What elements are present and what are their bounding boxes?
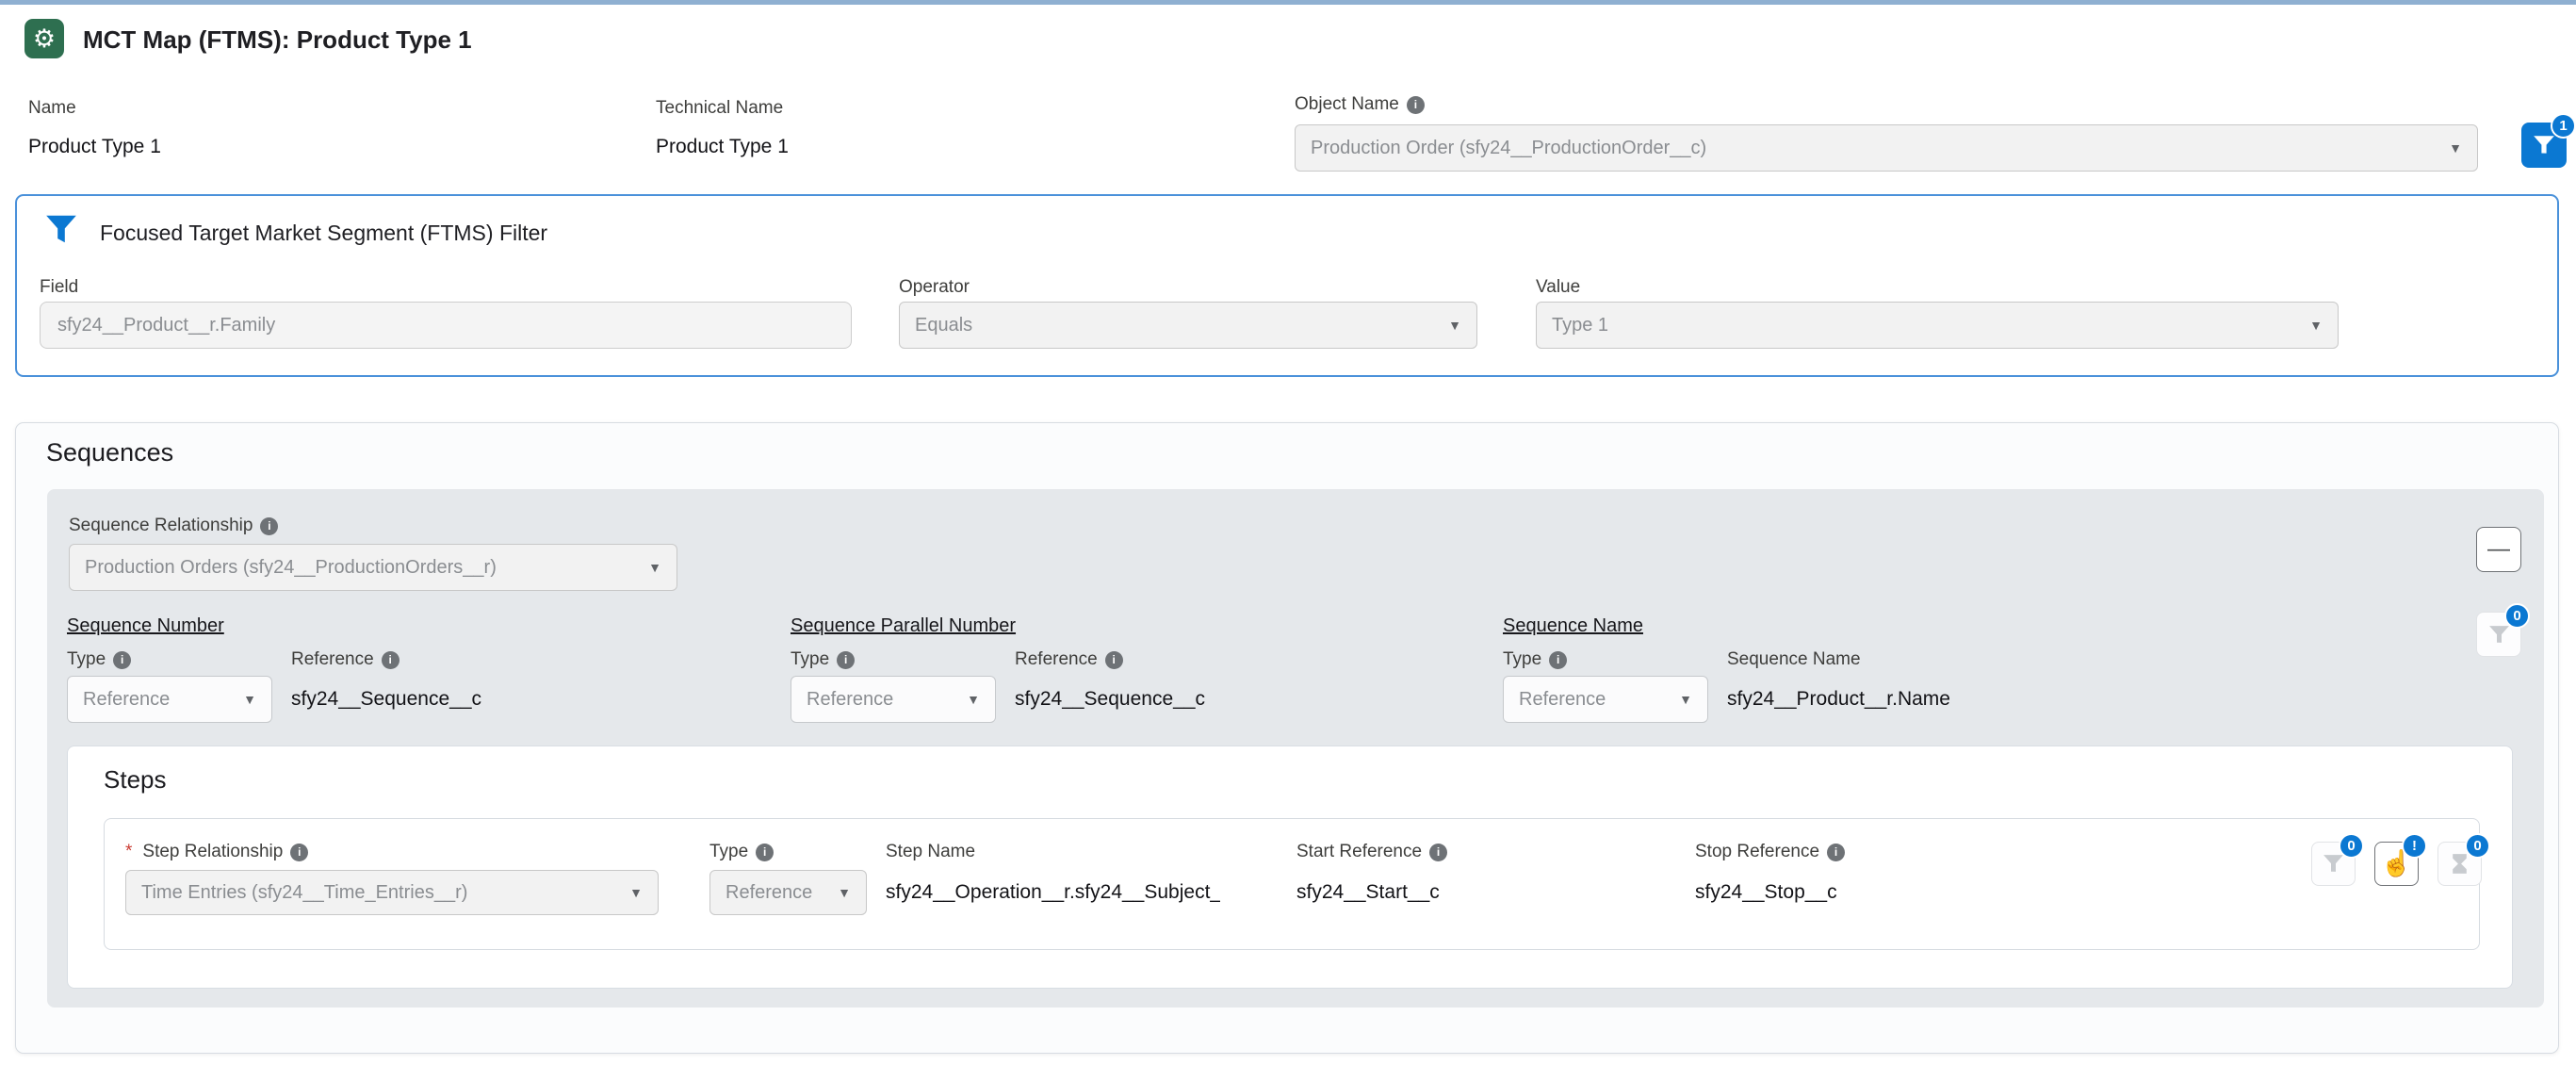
gear-icon: ⚙ [33,26,56,52]
ftms-filter-title: Focused Target Market Segment (FTMS) Fil… [100,221,547,246]
window-top-edge [0,0,2576,5]
info-icon: i [1827,844,1845,861]
sequence-panel: Sequence Relationship i Production Order… [47,489,2544,1008]
info-icon: i [260,517,278,535]
info-icon: i [1105,651,1123,669]
object-name-label: Object Name i [1295,94,1425,115]
start-reference-value: sfy24__Start__c [1296,881,1440,904]
steps-card: Steps * Step Relationship i Time Entries… [67,746,2513,989]
mct-map-page: ⚙ MCT Map (FTMS): Product Type 1 Name Pr… [0,0,2576,1065]
chevron-down-icon: ▼ [2309,318,2323,333]
step-touch-badge: ! [2402,833,2427,859]
step-type-label: Type i [709,842,774,862]
sequence-relationship-select[interactable]: Production Orders (sfy24__ProductionOrde… [69,544,677,591]
sequence-parallel-number-heading: Sequence Parallel Number [791,615,1016,637]
step-relationship-select[interactable]: Time Entries (sfy24__Time_Entries__r) ▼ [125,870,659,915]
sequence-name-label: Sequence Name [1727,649,1861,670]
required-marker: * [125,842,132,862]
stop-reference-value: sfy24__Stop__c [1695,881,1837,904]
chevron-down-icon: ▼ [648,560,661,575]
remove-sequence-button[interactable]: — [2476,527,2521,572]
filter-count-badge: 1 [2551,113,2576,139]
funnel-icon [2322,852,2345,876]
step-touch-button[interactable]: ☝ ! [2374,842,2419,886]
type-label: Type i [791,649,855,670]
stop-reference-label: Stop Reference i [1695,842,1845,862]
start-reference-label: Start Reference i [1296,842,1447,862]
chevron-down-icon: ▼ [838,885,851,900]
step-row: * Step Relationship i Time Entries (sfy2… [104,818,2480,950]
step-wait-badge: 0 [2465,833,2490,859]
sequence-relationship-label: Sequence Relationship i [69,516,278,536]
reference-label: Reference i [1015,649,1123,670]
sequences-card: Sequences Sequence Relationship i Produc… [15,422,2559,1054]
funnel-icon [43,211,79,247]
app-gear-tile: ⚙ [24,19,64,58]
type-label: Type i [1503,649,1567,670]
chevron-down-icon: ▼ [967,692,980,707]
funnel-icon [2487,623,2511,647]
info-icon: i [113,651,131,669]
info-icon: i [837,651,855,669]
info-icon: i [1407,96,1425,114]
sequences-title: Sequences [46,438,173,467]
sequence-number-reference-value: sfy24__Sequence__c [291,688,481,711]
info-icon: i [756,844,774,861]
info-icon: i [290,844,308,861]
sequence-parallel-type-select[interactable]: Reference ▼ [791,676,996,723]
sequence-name-heading: Sequence Name [1503,615,1643,637]
minus-icon: — [2487,538,2510,561]
technical-name-value: Product Type 1 [656,136,789,158]
value-select[interactable]: Type 1 ▼ [1536,302,2339,349]
info-icon: i [1549,651,1567,669]
step-name-label: Step Name [886,842,975,862]
ftms-filter-card: Focused Target Market Segment (FTMS) Fil… [15,194,2559,377]
step-relationship-label: * Step Relationship i [125,842,308,862]
sequence-name-type-select[interactable]: Reference ▼ [1503,676,1708,723]
steps-title: Steps [104,765,167,795]
name-value: Product Type 1 [28,136,161,158]
field-label: Field [40,277,78,298]
sequence-number-heading: Sequence Number [67,615,224,637]
map-filter-button[interactable]: 1 [2521,123,2567,168]
chevron-down-icon: ▼ [243,692,256,707]
page-title: MCT Map (FTMS): Product Type 1 [83,25,472,55]
chevron-down-icon: ▼ [629,885,643,900]
sequence-filter-button[interactable]: 0 [2476,612,2521,657]
technical-name-label: Technical Name [656,98,783,119]
type-label: Type i [67,649,131,670]
object-name-select[interactable]: Production Order (sfy24__ProductionOrder… [1295,124,2478,172]
step-wait-button[interactable]: 0 [2437,842,2482,886]
sequence-number-type-select[interactable]: Reference ▼ [67,676,272,723]
reference-label: Reference i [291,649,399,670]
step-type-select[interactable]: Reference ▼ [709,870,867,915]
funnel-icon [2532,133,2556,157]
operator-label: Operator [899,277,970,298]
chevron-down-icon: ▼ [1448,318,1461,333]
operator-select[interactable]: Equals ▼ [899,302,1477,349]
name-label: Name [28,98,76,119]
value-label: Value [1536,277,1580,298]
info-icon: i [1429,844,1447,861]
sequence-name-value: sfy24__Product__r.Name [1727,688,1950,711]
field-input[interactable]: sfy24__Product__r.Family [40,302,852,349]
sequence-parallel-reference-value: sfy24__Sequence__c [1015,688,1205,711]
chevron-down-icon: ▼ [1679,692,1692,707]
info-icon: i [382,651,399,669]
step-name-value: sfy24__Operation__r.sfy24__Subject__c [886,881,1220,904]
chevron-down-icon: ▼ [2449,140,2462,156]
step-filter-badge: 0 [2339,833,2364,859]
step-filter-button[interactable]: 0 [2311,842,2356,886]
sequence-filter-badge: 0 [2504,603,2530,629]
hourglass-icon [2448,852,2471,876]
